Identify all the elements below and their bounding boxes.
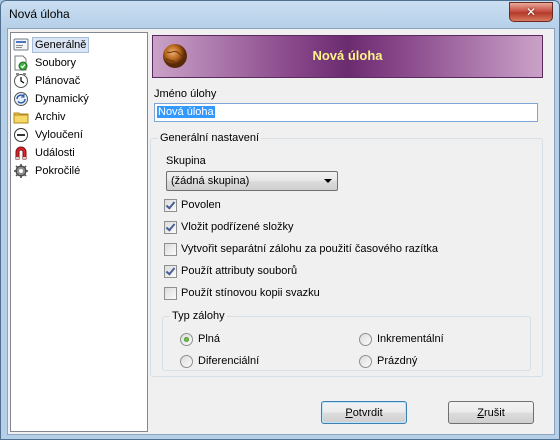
checkbox-enabled[interactable]: Povolen <box>164 197 221 213</box>
nav-item-label: Plánovač <box>35 74 81 87</box>
general-settings-legend: Generální nastavení <box>158 132 262 144</box>
radio-button[interactable] <box>180 354 193 368</box>
checkbox-file-attributes[interactable]: Použít attributy souborů <box>164 263 297 279</box>
scheduler-icon <box>13 72 29 89</box>
nav-item-label: Generálně <box>32 36 90 53</box>
radio-button[interactable] <box>359 332 372 346</box>
radio-empty[interactable]: Prázdný <box>359 353 417 369</box>
radio-differential[interactable]: Diferenciální <box>180 353 259 369</box>
radio-label: Prázdný <box>377 355 418 367</box>
checkbox-box[interactable] <box>164 286 177 300</box>
radio-button[interactable] <box>180 332 193 346</box>
checkbox-label: Použít attributy souborů <box>181 265 298 277</box>
nav-item-general[interactable]: Generálně <box>13 36 145 53</box>
exclusion-icon <box>13 127 29 143</box>
category-list[interactable]: Generálně Soubory Plánovač Dynamický Arc… <box>10 32 148 432</box>
radio-full[interactable]: Plná <box>180 331 220 347</box>
general-icon <box>13 37 29 53</box>
radio-incremental[interactable]: Inkrementální <box>359 331 444 347</box>
group-select-value: (žádná skupina) <box>171 175 250 187</box>
close-icon: ✕ <box>525 5 537 19</box>
cancel-button[interactable]: Zrušit <box>448 401 534 424</box>
nav-item-archive[interactable]: Archiv <box>13 108 145 125</box>
nav-item-label: Soubory <box>35 56 76 69</box>
page-title: Nová úloha <box>312 48 383 63</box>
events-icon <box>13 145 29 161</box>
files-icon <box>13 55 29 71</box>
confirm-accelerator: P <box>345 406 353 419</box>
checkbox-box[interactable] <box>164 264 177 278</box>
dialog-client-area: Generálně Soubory Plánovač Dynamický Arc… <box>7 28 555 435</box>
radio-label: Inkrementální <box>377 333 444 345</box>
checkbox-timestamp-backup[interactable]: Vytvořit separátní zálohu za použití čas… <box>164 241 438 257</box>
checkbox-box[interactable] <box>164 242 177 256</box>
nav-item-files[interactable]: Soubory <box>13 54 145 71</box>
nav-item-dynamic[interactable]: Dynamický <box>13 90 145 107</box>
checkbox-label: Povolen <box>181 199 221 211</box>
nav-item-label: Pokročilé <box>35 164 81 177</box>
nav-item-label: Dynamický <box>35 92 89 105</box>
task-name-value: Nová úloha <box>157 106 215 118</box>
nav-item-label: Události <box>35 146 75 159</box>
checkbox-label: Vytvořit separátní zálohu za použití čas… <box>181 243 439 255</box>
dynamic-icon <box>13 91 29 107</box>
confirm-button[interactable]: Potvrdit <box>321 401 407 424</box>
confirm-label: otvrdit <box>352 406 383 419</box>
radio-button[interactable] <box>359 354 372 368</box>
nav-item-scheduler[interactable]: Plánovač <box>13 72 145 89</box>
nav-item-label: Archiv <box>35 110 66 123</box>
task-name-label: Jméno úlohy <box>154 88 217 100</box>
nav-item-exclusion[interactable]: Vyloučení <box>13 126 145 143</box>
cancel-label: rušit <box>483 406 505 419</box>
checkbox-box[interactable] <box>164 220 177 234</box>
group-select[interactable]: (žádná skupina) <box>166 171 338 191</box>
page-header-banner: Nová úloha <box>152 35 543 78</box>
checkbox-label: Použít stínovou kopii svazku <box>181 287 320 299</box>
close-button[interactable]: ✕ <box>509 2 553 22</box>
window-title: Nová úloha <box>9 7 70 21</box>
checkbox-box[interactable] <box>164 198 177 212</box>
task-name-input[interactable]: Nová úloha <box>154 103 538 122</box>
dialog-window: Nová úloha ✕ Generálně Soubory Plánovač … <box>0 0 560 440</box>
title-bar[interactable]: Nová úloha ✕ <box>1 1 559 27</box>
advanced-icon <box>13 163 29 179</box>
checkbox-label: Vložit podřízené složky <box>181 221 294 233</box>
checkbox-include-subfolders[interactable]: Vložit podřízené složky <box>164 219 294 235</box>
backup-type-legend: Typ zálohy <box>170 310 227 322</box>
radio-label: Plná <box>198 333 221 345</box>
cancel-accelerator: Z <box>477 406 484 419</box>
checkbox-shadow-copy[interactable]: Použít stínovou kopii svazku <box>164 285 320 301</box>
nav-item-advanced[interactable]: Pokročilé <box>13 162 145 179</box>
chevron-down-icon <box>324 179 332 183</box>
nav-item-label: Vyloučení <box>35 128 83 141</box>
radio-label: Diferenciální <box>198 355 260 367</box>
group-label: Skupina <box>166 155 206 167</box>
nav-item-events[interactable]: Události <box>13 144 145 161</box>
archive-icon <box>13 109 29 125</box>
